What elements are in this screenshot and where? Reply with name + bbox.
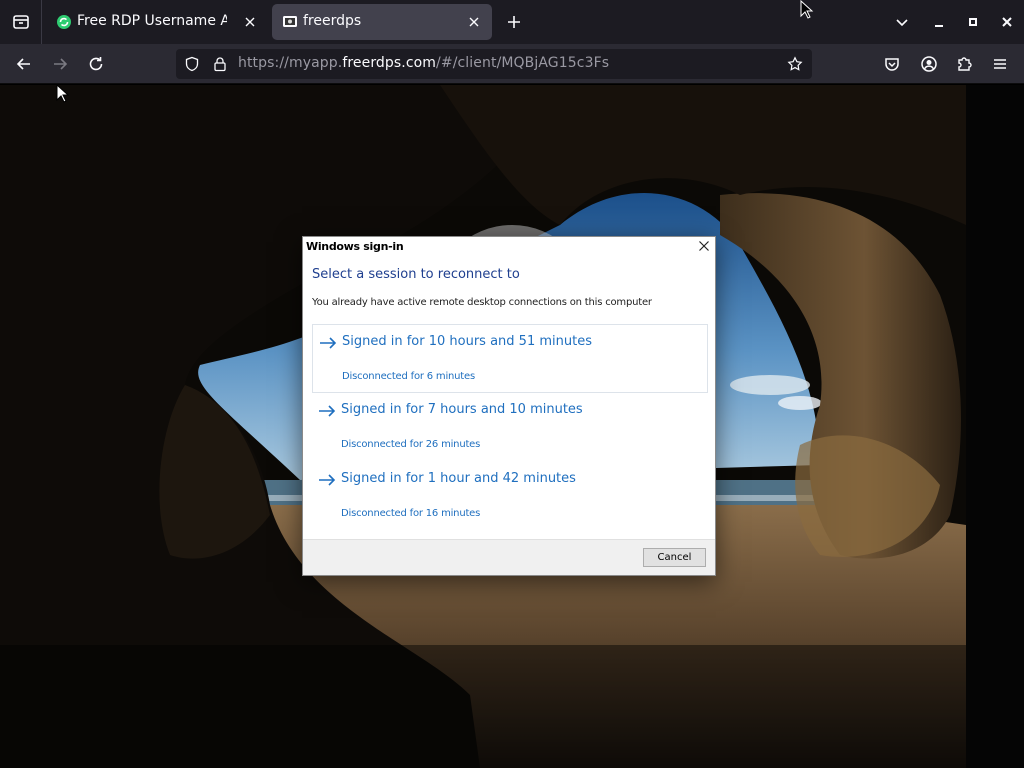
plus-icon[interactable] bbox=[504, 12, 524, 32]
shield-icon[interactable] bbox=[184, 56, 200, 72]
session-detail: Disconnected for 16 minutes bbox=[341, 508, 481, 519]
tab-title: freerdps bbox=[303, 13, 362, 29]
star-icon[interactable] bbox=[787, 56, 803, 72]
puzzle-icon[interactable] bbox=[954, 54, 974, 74]
pocket-icon[interactable] bbox=[882, 54, 902, 74]
recycle-favicon-icon bbox=[57, 15, 71, 29]
tab-list-button[interactable] bbox=[0, 0, 42, 44]
close-icon[interactable] bbox=[697, 239, 711, 253]
windows-sign-in-dialog: Windows sign-in Select a session to reco… bbox=[302, 236, 716, 576]
arrow-right-icon bbox=[319, 405, 336, 417]
dialog-title: Windows sign-in bbox=[306, 240, 404, 253]
account-icon[interactable] bbox=[919, 54, 939, 74]
maximize-icon[interactable] bbox=[963, 12, 983, 32]
session-option[interactable]: Signed in for 10 hours and 51 minutes Di… bbox=[312, 324, 708, 393]
tab-freerdps[interactable]: freerdps bbox=[272, 4, 492, 40]
reload-icon[interactable] bbox=[86, 54, 106, 74]
tab-list-icon bbox=[12, 15, 29, 29]
lock-icon[interactable] bbox=[212, 56, 228, 72]
hamburger-icon[interactable] bbox=[990, 54, 1010, 74]
close-tab-icon[interactable] bbox=[466, 14, 482, 30]
site-favicon-icon bbox=[283, 16, 297, 27]
mouse-cursor-icon bbox=[800, 0, 814, 19]
session-label: Signed in for 1 hour and 42 minutes bbox=[341, 471, 576, 486]
dialog-footer: Cancel bbox=[303, 539, 715, 575]
chevron-down-icon[interactable] bbox=[892, 12, 912, 32]
close-tab-icon[interactable] bbox=[242, 14, 258, 30]
cancel-button[interactable]: Cancel bbox=[643, 548, 706, 567]
url-text: https://myapp.freerdps.com/#/client/MQBj… bbox=[238, 55, 610, 71]
arrow-right-icon[interactable] bbox=[50, 54, 70, 74]
tab-free-rdp[interactable]: Free RDP Username And bbox=[46, 4, 268, 40]
tab-title: Free RDP Username And bbox=[77, 13, 227, 29]
mouse-cursor-icon bbox=[56, 84, 70, 103]
arrow-left-icon[interactable] bbox=[14, 54, 34, 74]
tab-bar: Free RDP Username And freerdps bbox=[0, 0, 1024, 44]
arrow-right-icon bbox=[319, 474, 336, 486]
minimize-icon[interactable] bbox=[929, 12, 949, 32]
dialog-heading: Select a session to reconnect to bbox=[312, 267, 520, 282]
session-label: Signed in for 10 hours and 51 minutes bbox=[342, 334, 592, 349]
url-bar[interactable]: https://myapp.freerdps.com/#/client/MQBj… bbox=[176, 49, 812, 79]
session-detail: Disconnected for 6 minutes bbox=[342, 371, 475, 382]
session-option[interactable]: Signed in for 1 hour and 42 minutes Disc… bbox=[312, 462, 708, 531]
session-label: Signed in for 7 hours and 10 minutes bbox=[341, 402, 583, 417]
dialog-subtitle: You already have active remote desktop c… bbox=[312, 297, 652, 308]
remote-desktop-view[interactable]: Windows sign-in Select a session to reco… bbox=[0, 85, 1024, 768]
session-option[interactable]: Signed in for 7 hours and 10 minutes Dis… bbox=[312, 393, 708, 462]
session-detail: Disconnected for 26 minutes bbox=[341, 439, 481, 450]
nav-toolbar: https://myapp.freerdps.com/#/client/MQBj… bbox=[0, 44, 1024, 84]
arrow-right-icon bbox=[320, 337, 337, 349]
close-window-icon[interactable] bbox=[997, 12, 1017, 32]
